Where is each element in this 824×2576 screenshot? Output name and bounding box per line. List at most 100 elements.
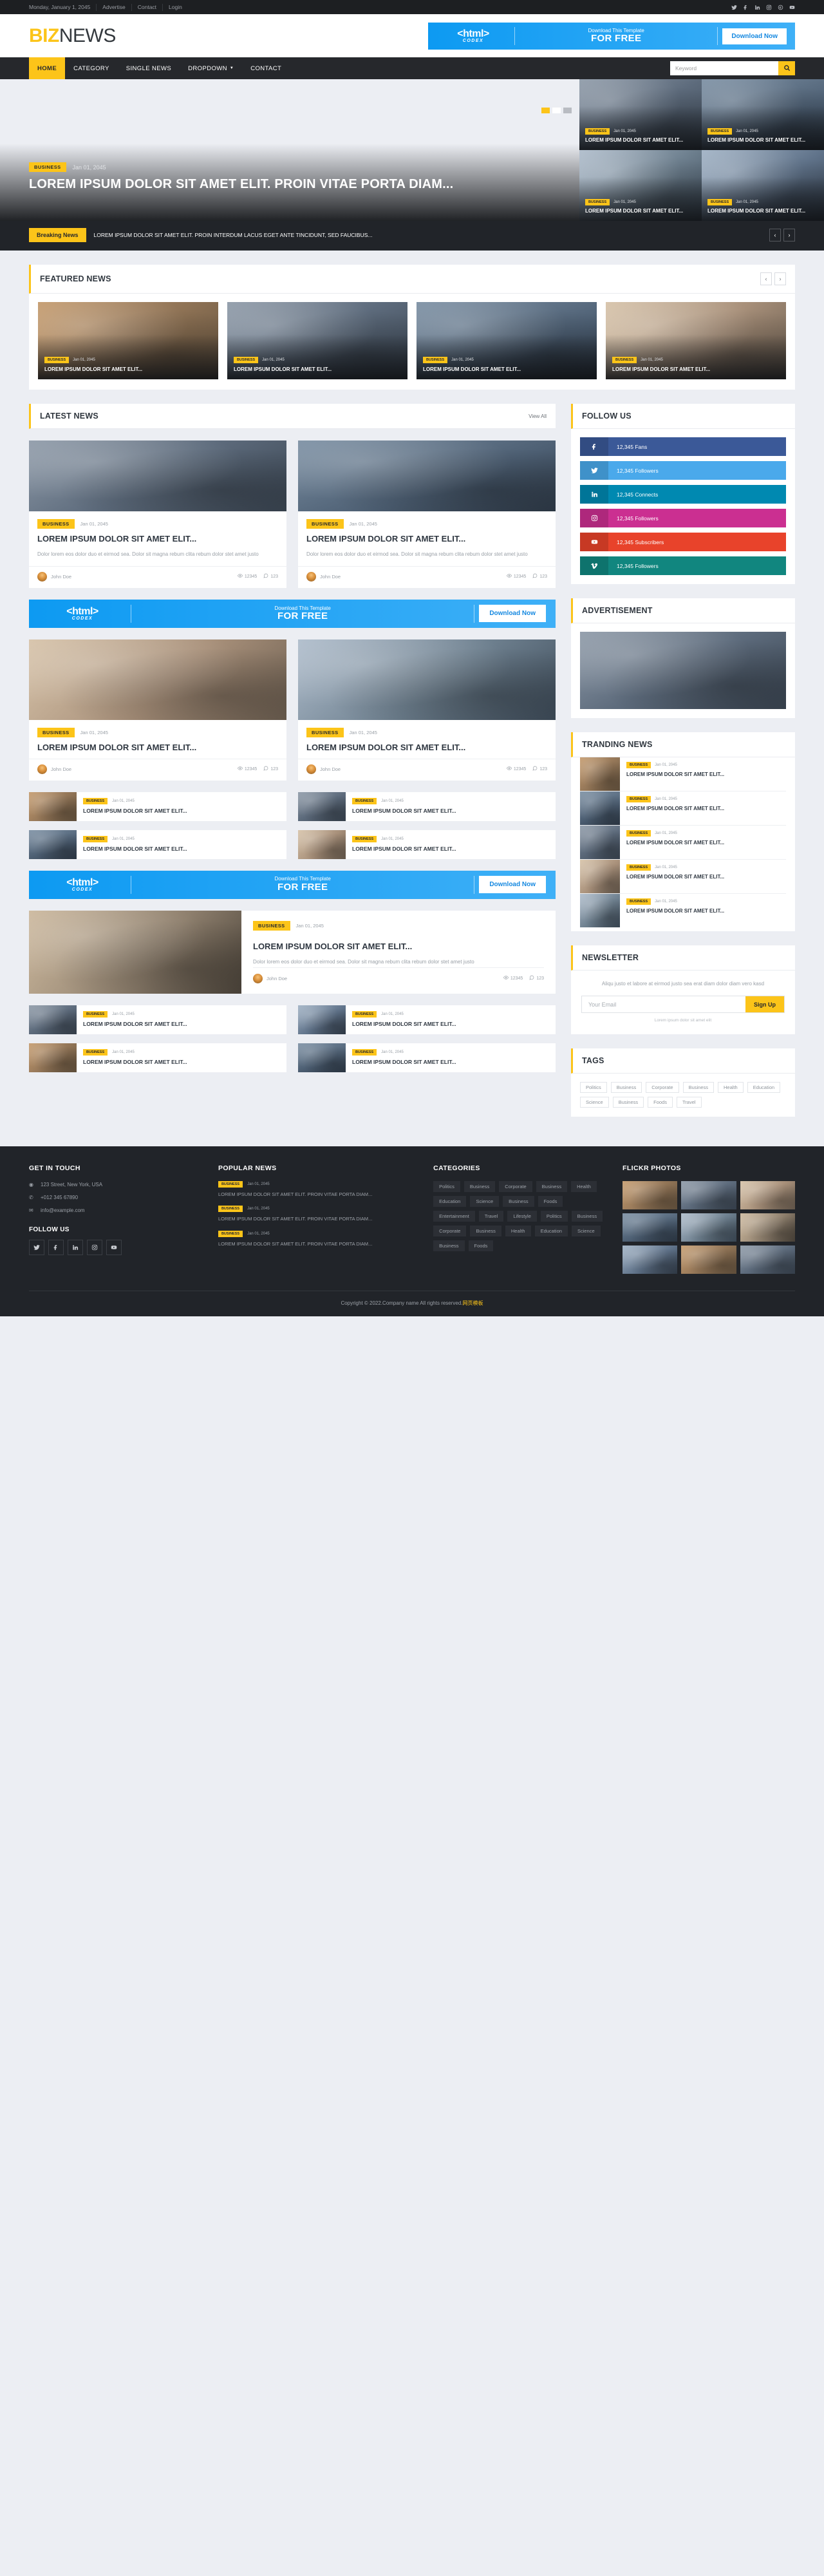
mini-news-item-7[interactable]: BUSINESS Jan 01, 2045 LOREM IPSUM DOLOR … xyxy=(29,1043,286,1072)
youtube-icon[interactable] xyxy=(789,5,795,10)
newsletter-email-input[interactable] xyxy=(582,996,745,1012)
flickr-photo-3[interactable] xyxy=(740,1181,795,1209)
footer-popular-item-2[interactable]: BUSINESS Jan 01, 2045 LOREM IPSUM DOLOR … xyxy=(218,1206,417,1222)
nav-item-dropdown[interactable]: DROPDOWN ▼ xyxy=(180,57,242,79)
footer-cat-3[interactable]: Corporate xyxy=(499,1181,532,1192)
news-card-3[interactable]: BUSINESS Jan 01, 2045 LOREM IPSUM DOLOR … xyxy=(29,639,286,781)
footer-cat-13[interactable]: Politics xyxy=(540,1211,568,1222)
footer-cat-2[interactable]: Business xyxy=(464,1181,496,1192)
social-button-youtube[interactable]: 12,345 Subscribers xyxy=(580,533,786,551)
header-promo-banner[interactable]: <html> CODEX Download This Template FOR … xyxy=(428,23,795,50)
featured-prev-button[interactable]: ‹ xyxy=(760,272,772,285)
hero-side-card-4[interactable]: BUSINESS Jan 01, 2045 LOREM IPSUM DOLOR … xyxy=(702,150,824,221)
instagram-icon[interactable] xyxy=(87,1239,102,1255)
news-card-3-badge[interactable]: BUSINESS xyxy=(37,727,75,737)
social-button-linkedin[interactable]: 12,345 Connects xyxy=(580,485,786,504)
footer-cat-7[interactable]: Science xyxy=(470,1196,500,1207)
footer-cat-6[interactable]: Education xyxy=(433,1196,467,1207)
footer-cat-20[interactable]: Business xyxy=(433,1240,465,1251)
tag-foods[interactable]: Foods xyxy=(648,1097,673,1108)
breaking-prev-button[interactable]: ‹ xyxy=(769,229,781,242)
footer-cat-1[interactable]: Politics xyxy=(433,1181,460,1192)
news-card-3-title[interactable]: LOREM IPSUM DOLOR SIT AMET ELIT... xyxy=(37,743,278,753)
news-card-4-title[interactable]: LOREM IPSUM DOLOR SIT AMET ELIT... xyxy=(306,743,547,753)
big-news-badge[interactable]: BUSINESS xyxy=(253,920,290,931)
footer-cat-21[interactable]: Foods xyxy=(468,1240,494,1251)
footer-cat-16[interactable]: Business xyxy=(470,1226,501,1236)
mini-news-item-4[interactable]: BUSINESS Jan 01, 2045 LOREM IPSUM DOLOR … xyxy=(298,829,556,859)
tag-business-1[interactable]: Business xyxy=(610,1082,642,1093)
nav-item-category[interactable]: CATEGORY xyxy=(65,57,118,79)
social-button-instagram[interactable]: 12,345 Followers xyxy=(580,509,786,527)
youtube-icon[interactable] xyxy=(106,1239,122,1255)
search-input[interactable] xyxy=(670,61,778,75)
footer-cat-15[interactable]: Corporate xyxy=(433,1226,467,1236)
footer-cat-11[interactable]: Travel xyxy=(478,1211,504,1222)
news-card-1-title[interactable]: LOREM IPSUM DOLOR SIT AMET ELIT... xyxy=(37,534,278,545)
top-bar-link-login[interactable]: Login xyxy=(163,4,188,11)
tag-science[interactable]: Science xyxy=(580,1097,609,1108)
news-card-2-title[interactable]: LOREM IPSUM DOLOR SIT AMET ELIT... xyxy=(306,534,547,545)
big-news-title[interactable]: LOREM IPSUM DOLOR SIT AMET ELIT... xyxy=(253,942,544,952)
latest-view-all-link[interactable]: View All xyxy=(529,413,547,419)
hero-carousel-dots[interactable] xyxy=(541,108,572,113)
news-card-1[interactable]: BUSINESS Jan 01, 2045 LOREM IPSUM DOLOR … xyxy=(29,440,286,588)
mini-news-item-3[interactable]: BUSINESS Jan 01, 2045 LOREM IPSUM DOLOR … xyxy=(29,829,286,859)
top-bar-link-contact[interactable]: Contact xyxy=(132,3,164,11)
news-card-1-badge[interactable]: BUSINESS xyxy=(37,519,75,529)
hero-dot-2[interactable] xyxy=(552,108,561,113)
featured-card-1[interactable]: BUSINESS Jan 01, 2045 LOREM IPSUM DOLOR … xyxy=(38,302,218,379)
hero-side-card-2[interactable]: BUSINESS Jan 01, 2045 LOREM IPSUM DOLOR … xyxy=(702,79,824,150)
nav-item-single-news[interactable]: SINGLE NEWS xyxy=(118,57,180,79)
news-card-2-badge[interactable]: BUSINESS xyxy=(306,519,344,529)
news-card-1-author[interactable]: John Doe xyxy=(51,574,71,580)
footer-cat-17[interactable]: Health xyxy=(505,1226,531,1236)
linkedin-icon[interactable] xyxy=(68,1239,83,1255)
trending-item-1[interactable]: BUSINESS Jan 01, 2045 LOREM IPSUM DOLOR … xyxy=(580,757,786,791)
top-bar-link-advertise[interactable]: Advertise xyxy=(97,3,132,11)
newsletter-signup-button[interactable]: Sign Up xyxy=(745,996,784,1012)
breaking-news-text[interactable]: LOREM IPSUM DOLOR SIT AMET ELIT. PROIN I… xyxy=(86,228,769,242)
hero-title[interactable]: LOREM IPSUM DOLOR SIT AMET ELIT. PROIN V… xyxy=(29,176,453,193)
tag-politics[interactable]: Politics xyxy=(580,1082,607,1093)
news-card-4[interactable]: BUSINESS Jan 01, 2045 LOREM IPSUM DOLOR … xyxy=(298,639,556,781)
search-button[interactable] xyxy=(778,61,795,75)
flickr-photo-7[interactable] xyxy=(623,1245,678,1274)
footer-cat-10[interactable]: Entertainment xyxy=(433,1211,475,1222)
trending-item-5[interactable]: BUSINESS Jan 01, 2045 LOREM IPSUM DOLOR … xyxy=(580,894,786,927)
tag-corporate[interactable]: Corporate xyxy=(646,1082,679,1093)
footer-cat-19[interactable]: Science xyxy=(571,1226,601,1236)
flickr-photo-9[interactable] xyxy=(740,1245,795,1274)
big-news-row[interactable]: BUSINESS Jan 01, 2045 LOREM IPSUM DOLOR … xyxy=(29,910,556,994)
tag-health[interactable]: Health xyxy=(718,1082,744,1093)
hero-side-card-1[interactable]: BUSINESS Jan 01, 2045 LOREM IPSUM DOLOR … xyxy=(579,79,702,150)
advertisement-image[interactable] xyxy=(580,632,786,709)
footer-popular-item-3[interactable]: BUSINESS Jan 01, 2045 LOREM IPSUM DOLOR … xyxy=(218,1230,417,1247)
footer-popular-item-1[interactable]: BUSINESS Jan 01, 2045 LOREM IPSUM DOLOR … xyxy=(218,1181,417,1198)
nav-item-home[interactable]: HOME xyxy=(29,57,66,79)
footer-cat-8[interactable]: Business xyxy=(503,1196,534,1207)
flickr-photo-8[interactable] xyxy=(681,1245,736,1274)
mini-news-item-2[interactable]: BUSINESS Jan 01, 2045 LOREM IPSUM DOLOR … xyxy=(298,791,556,821)
hero-side-card-3[interactable]: BUSINESS Jan 01, 2045 LOREM IPSUM DOLOR … xyxy=(579,150,702,221)
tag-travel[interactable]: Travel xyxy=(676,1097,702,1108)
flickr-photo-5[interactable] xyxy=(681,1213,736,1242)
trending-item-2[interactable]: BUSINESS Jan 01, 2045 LOREM IPSUM DOLOR … xyxy=(580,791,786,826)
tag-education[interactable]: Education xyxy=(747,1082,781,1093)
trending-item-4[interactable]: BUSINESS Jan 01, 2045 LOREM IPSUM DOLOR … xyxy=(580,860,786,894)
tag-business-2[interactable]: Business xyxy=(682,1082,714,1093)
nav-item-contact[interactable]: CONTACT xyxy=(242,57,290,79)
mini-news-item-5[interactable]: BUSINESS Jan 01, 2045 LOREM IPSUM DOLOR … xyxy=(29,1005,286,1034)
flickr-photo-4[interactable] xyxy=(623,1213,678,1242)
footer-cat-18[interactable]: Education xyxy=(534,1226,568,1236)
news-card-2[interactable]: BUSINESS Jan 01, 2045 LOREM IPSUM DOLOR … xyxy=(298,440,556,588)
news-card-4-badge[interactable]: BUSINESS xyxy=(306,727,344,737)
google-plus-icon[interactable] xyxy=(778,5,783,10)
tag-business-3[interactable]: Business xyxy=(612,1097,644,1108)
copyright-link[interactable]: 网页模板 xyxy=(463,1300,483,1306)
social-button-twitter[interactable]: 12,345 Followers xyxy=(580,461,786,480)
featured-card-2[interactable]: BUSINESS Jan 01, 2045 LOREM IPSUM DOLOR … xyxy=(227,302,407,379)
inline-promo-banner-2[interactable]: <html> CODEX Download This Template FOR … xyxy=(29,870,556,899)
big-news-author[interactable]: John Doe xyxy=(267,976,287,981)
mini-news-item-1[interactable]: BUSINESS Jan 01, 2045 LOREM IPSUM DOLOR … xyxy=(29,791,286,821)
